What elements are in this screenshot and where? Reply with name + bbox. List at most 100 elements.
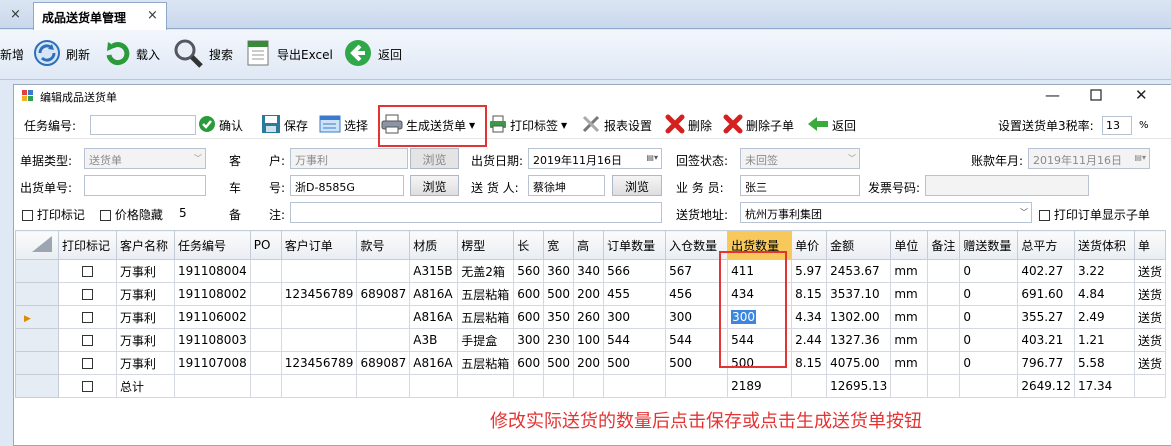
- plate-browse-button[interactable]: 浏览: [410, 175, 459, 196]
- table-cell[interactable]: 2.44: [791, 328, 828, 352]
- table-cell[interactable]: 123456789: [280, 351, 358, 375]
- table-cell[interactable]: 689087: [356, 282, 411, 306]
- salesman-input[interactable]: 张三: [740, 175, 860, 196]
- export-excel-button[interactable]: 导出Excel: [246, 38, 333, 70]
- column-header[interactable]: 备注: [927, 230, 961, 260]
- table-cell[interactable]: [280, 259, 358, 283]
- table-cell[interactable]: 万事利: [116, 305, 175, 329]
- table-cell[interactable]: 送货: [1133, 305, 1166, 329]
- table-cell[interactable]: [280, 328, 358, 352]
- table-cell[interactable]: [1133, 374, 1166, 398]
- table-cell[interactable]: [543, 374, 575, 398]
- table-cell[interactable]: 万事利: [116, 282, 175, 306]
- table-cell[interactable]: [356, 328, 411, 352]
- table-cell[interactable]: 送货: [1133, 259, 1166, 283]
- column-header[interactable]: 款号: [356, 230, 411, 260]
- table-row[interactable]: 万事利 191108003 A3B 手提盒 300 230 100 544 544 544 2.44…: [15, 328, 1166, 352]
- table-cell[interactable]: 12695.13: [826, 374, 892, 398]
- load-button[interactable]: 载入: [103, 38, 160, 70]
- table-cell[interactable]: 796.77: [1017, 351, 1075, 375]
- back-button[interactable]: 返回: [343, 38, 402, 70]
- doc-type-select[interactable]: 送货单 ﹀: [84, 148, 206, 169]
- table-cell[interactable]: 0: [959, 351, 1019, 375]
- column-header[interactable]: 宽: [543, 230, 575, 260]
- column-header[interactable]: 单: [1133, 230, 1166, 260]
- table-cell[interactable]: [249, 282, 282, 306]
- column-header[interactable]: 客户订单: [280, 230, 358, 260]
- invoice-input[interactable]: [925, 175, 1089, 196]
- table-cell[interactable]: 544: [603, 328, 667, 352]
- table-cell[interactable]: mm: [890, 259, 929, 283]
- confirm-button[interactable]: 确认: [198, 115, 243, 135]
- table-cell[interactable]: 2453.67: [826, 259, 892, 283]
- table-cell[interactable]: 500: [543, 351, 575, 375]
- column-header[interactable]: 高: [573, 230, 605, 260]
- table-cell[interactable]: [959, 374, 1019, 398]
- customer-browse-button[interactable]: 浏览: [410, 148, 459, 169]
- table-cell[interactable]: 600: [513, 305, 545, 329]
- table-cell[interactable]: 3537.10: [826, 282, 892, 306]
- print-mark-cell[interactable]: [58, 259, 117, 283]
- account-month-picker[interactable]: 2019年11月16日 ▤▾: [1028, 148, 1150, 169]
- row-header[interactable]: [15, 259, 59, 283]
- window-close-icon[interactable]: ✕: [1135, 86, 1148, 104]
- table-cell[interactable]: 340: [573, 259, 605, 283]
- delete-button[interactable]: 删除: [665, 114, 712, 135]
- table-cell[interactable]: 无盖2箱: [457, 259, 515, 283]
- table-cell[interactable]: 689087: [356, 351, 411, 375]
- select-button[interactable]: 选择: [319, 115, 368, 135]
- table-cell[interactable]: [409, 374, 459, 398]
- table-cell[interactable]: 万事利: [116, 328, 175, 352]
- table-cell[interactable]: 355.27: [1017, 305, 1075, 329]
- table-cell[interactable]: [174, 374, 251, 398]
- plate-input[interactable]: 浙D-8585G: [290, 175, 404, 196]
- table-cell[interactable]: 4075.00: [826, 351, 892, 375]
- tab-close-icon[interactable]: ×: [147, 8, 158, 23]
- checkbox[interactable]: [82, 266, 93, 277]
- row-header[interactable]: [15, 374, 59, 398]
- column-header[interactable]: 赠送数量: [959, 230, 1019, 260]
- table-cell[interactable]: 4.34: [791, 305, 828, 329]
- column-header[interactable]: 楞型: [457, 230, 515, 260]
- report-settings-button[interactable]: 报表设置: [581, 115, 652, 135]
- table-cell[interactable]: [791, 374, 828, 398]
- table-cell[interactable]: 5.97: [791, 259, 828, 283]
- table-cell[interactable]: [665, 374, 729, 398]
- deliverer-input[interactable]: 蔡徐坤: [528, 175, 605, 196]
- table-cell[interactable]: mm: [890, 351, 929, 375]
- ship-no-input[interactable]: [84, 175, 206, 196]
- table-cell[interactable]: 送货: [1133, 282, 1166, 306]
- table-cell[interactable]: [927, 374, 961, 398]
- table-cell[interactable]: 万事利: [116, 351, 175, 375]
- new-button[interactable]: 新增: [0, 38, 24, 70]
- table-cell[interactable]: 300: [603, 305, 667, 329]
- print-mark-cell[interactable]: [58, 374, 117, 398]
- table-cell[interactable]: [249, 305, 282, 329]
- table-cell[interactable]: [927, 305, 961, 329]
- customer-field[interactable]: 万事利: [290, 148, 408, 169]
- table-cell[interactable]: A315B: [409, 259, 459, 283]
- table-cell[interactable]: 0: [959, 259, 1019, 283]
- tax-rate-input[interactable]: [1102, 116, 1132, 135]
- table-cell[interactable]: [280, 305, 358, 329]
- table-cell[interactable]: [249, 351, 282, 375]
- table-cell[interactable]: 403.21: [1017, 328, 1075, 352]
- print-order-checkbox[interactable]: 打印订单显示子单: [1039, 206, 1150, 223]
- table-cell[interactable]: 191108003: [174, 328, 251, 352]
- print-mark-cell[interactable]: [58, 305, 117, 329]
- close-icon[interactable]: ×: [10, 7, 21, 22]
- table-cell[interactable]: 402.27: [1017, 259, 1075, 283]
- table-cell[interactable]: 17.34: [1073, 374, 1135, 398]
- print-mark-cell[interactable]: [58, 351, 117, 375]
- table-cell[interactable]: [249, 328, 282, 352]
- tab-delivery-management[interactable]: 成品送货单管理 ×: [33, 2, 167, 30]
- column-header[interactable]: 总平方: [1017, 230, 1075, 260]
- checkbox[interactable]: [82, 335, 93, 346]
- table-cell[interactable]: [356, 259, 411, 283]
- checkbox[interactable]: [1039, 210, 1050, 221]
- column-header[interactable]: 单位: [890, 230, 929, 260]
- table-cell[interactable]: 8.15: [791, 282, 828, 306]
- task-no-input[interactable]: [90, 115, 196, 135]
- print-mark-cell[interactable]: [58, 328, 117, 352]
- select-all-corner[interactable]: [15, 230, 59, 260]
